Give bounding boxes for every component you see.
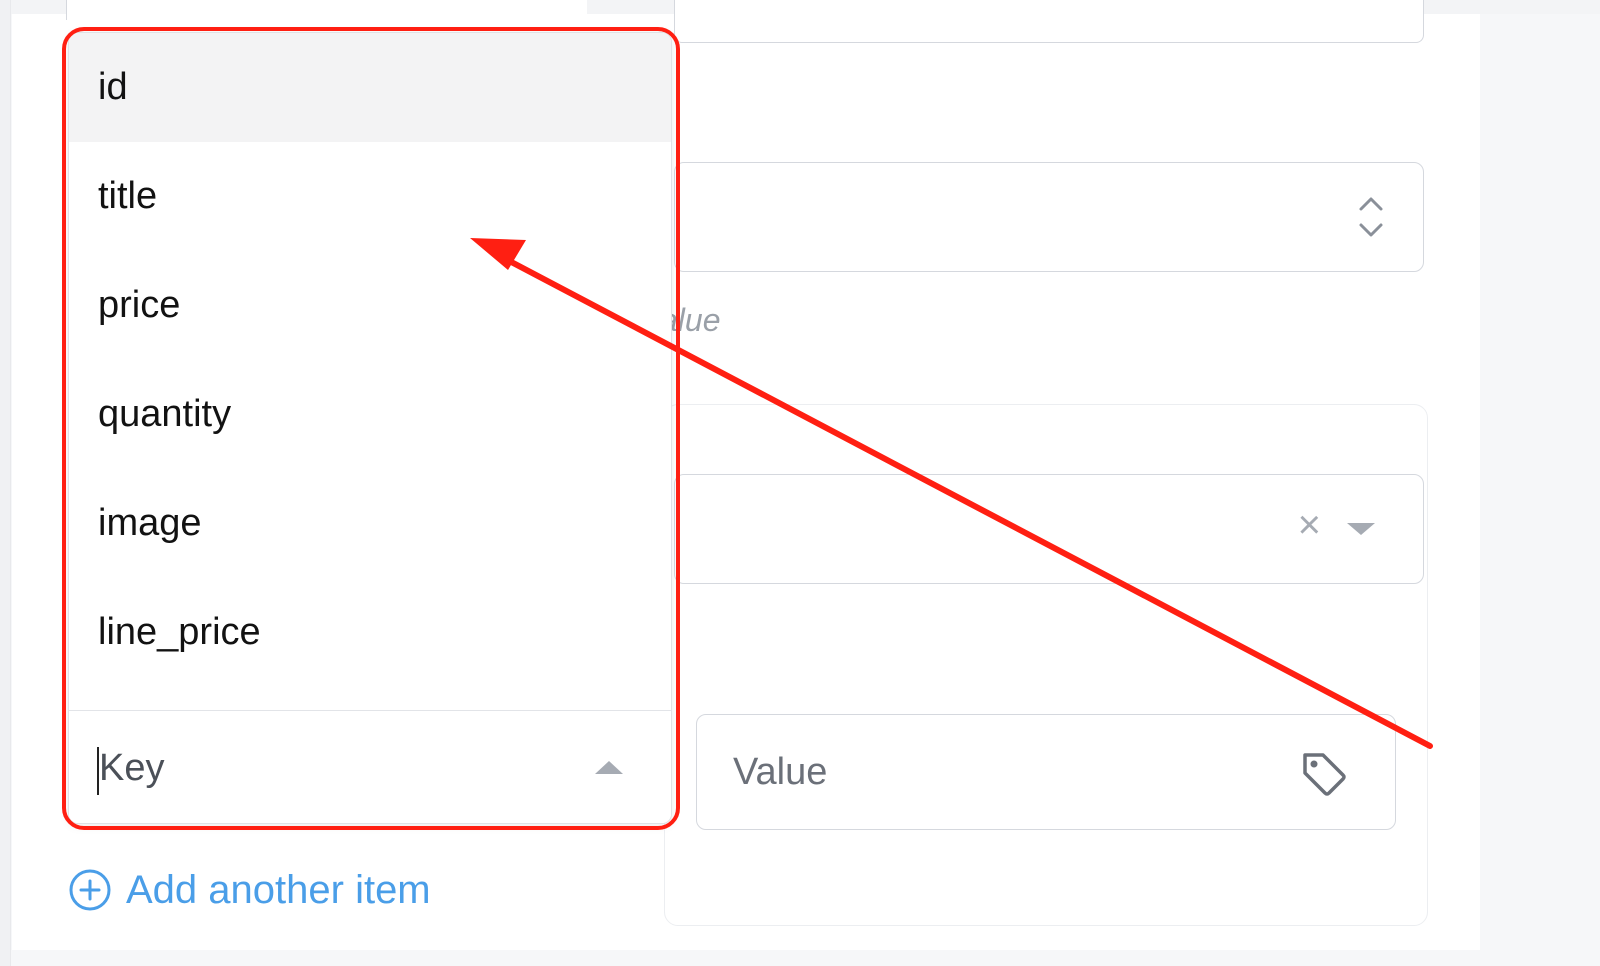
add-another-item-button[interactable]: Add another item bbox=[68, 862, 431, 918]
dropdown-option-title[interactable]: title bbox=[69, 142, 671, 251]
value-placeholder: Value bbox=[733, 751, 828, 793]
background-combo-field[interactable]: × bbox=[674, 474, 1424, 584]
caret-down-icon[interactable] bbox=[1347, 523, 1375, 535]
background-top-field[interactable] bbox=[674, 0, 1424, 43]
key-placeholder: Key bbox=[99, 747, 165, 789]
background-left-edge bbox=[0, 0, 11, 966]
add-another-item-label: Add another item bbox=[126, 867, 431, 912]
close-icon[interactable]: × bbox=[1298, 505, 1321, 545]
value-input[interactable]: Value bbox=[696, 714, 1396, 830]
background-select-field[interactable] bbox=[674, 162, 1424, 272]
dropdown-option-id[interactable]: id bbox=[69, 33, 671, 142]
dropdown-option-quantity[interactable]: quantity bbox=[69, 360, 671, 469]
dropdown-option-image[interactable]: image bbox=[69, 469, 671, 578]
text-cursor bbox=[97, 747, 99, 795]
dropdown-option-price[interactable]: price bbox=[69, 251, 671, 360]
tag-icon bbox=[1303, 753, 1346, 796]
key-input[interactable]: Key bbox=[69, 710, 671, 823]
dropdown-option-line-price[interactable]: line_price bbox=[69, 578, 671, 687]
up-down-chevron-icon bbox=[1359, 197, 1383, 237]
plus-circle-icon bbox=[69, 869, 111, 911]
caret-up-icon[interactable] bbox=[595, 761, 623, 774]
background-top-left-field bbox=[66, 0, 587, 20]
key-dropdown-menu: id title price quantity image line_price… bbox=[68, 32, 672, 824]
